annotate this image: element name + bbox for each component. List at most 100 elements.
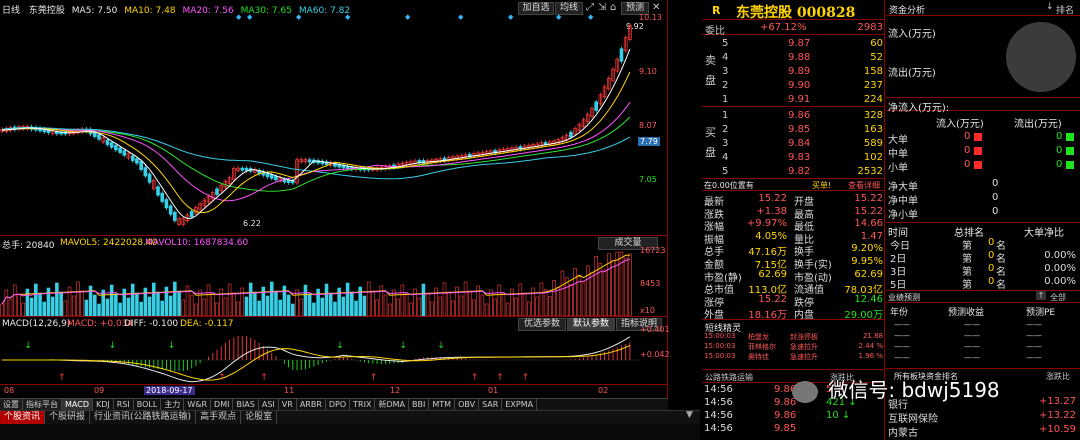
rank-number: 0 <box>988 250 995 261</box>
perf-all-link[interactable]: 全部 <box>1050 292 1066 303</box>
volume-chart[interactable] <box>0 250 640 316</box>
rank-number: 0 <box>988 276 995 287</box>
bottom-tab[interactable]: 论股室 <box>241 411 278 424</box>
book-price[interactable]: 9.83 <box>788 152 810 163</box>
volume-bar <box>531 287 535 316</box>
volume-bar <box>371 290 375 316</box>
macd-chart[interactable]: ↓ ↑ ↓ ↓ ↑ ↑ ↓ ↑ ↓ ↓ ↑ ↑ ↑ <box>0 330 640 384</box>
perf-cell: —— <box>1026 342 1042 351</box>
volume-bar <box>518 283 523 316</box>
news-stock[interactable]: 奥特佳 <box>748 352 769 362</box>
stat-value: 4.05% <box>755 230 787 242</box>
rank-link[interactable]: 排名 <box>1056 3 1074 16</box>
volume-bar <box>156 291 160 316</box>
book-price[interactable]: 9.89 <box>788 66 810 77</box>
book-level: 4 <box>722 52 729 63</box>
volume-bar <box>12 284 17 316</box>
volume-bar <box>320 297 325 316</box>
perf-cell: —— <box>964 320 980 329</box>
volume-bar <box>623 257 628 316</box>
candle-body <box>274 175 278 181</box>
sector-change: +10.59 <box>1038 424 1076 435</box>
expand-icon[interactable]: ⇲ <box>598 2 606 13</box>
news-stock[interactable]: 菲林格尔 <box>748 342 776 352</box>
macd-axis-label: +0.401 <box>640 325 670 334</box>
volume-bar <box>480 294 485 316</box>
volume-bar <box>543 289 548 316</box>
quote-title: 东莞控股 000828 <box>736 5 856 21</box>
book-price[interactable]: 9.84 <box>788 138 810 149</box>
price-chart[interactable] <box>0 16 640 234</box>
sector-name[interactable]: 内蒙古 <box>888 424 918 439</box>
candle-body <box>139 160 143 170</box>
sector-change: +13.27 <box>1038 396 1076 407</box>
volume-bar <box>118 302 122 316</box>
tick-time: 14:56 <box>704 410 733 421</box>
volume-bar <box>160 300 164 316</box>
scroll-down-icon[interactable]: ▼ <box>686 410 698 424</box>
price-axis-label: 8.07 <box>639 121 657 130</box>
date-label: 11 <box>284 386 295 395</box>
sell-book: 卖盘 5 9.87 60 4 9.88 52 3 9.89 158 2 9.90 237 1 9.91 22… <box>702 36 885 107</box>
volume-bar <box>34 283 38 316</box>
volume-bar <box>316 288 320 316</box>
volume-bar <box>560 270 565 316</box>
perf-cell: —— <box>1026 320 1042 329</box>
perf-cell: —— <box>894 342 910 351</box>
fund-in-bar <box>974 133 982 141</box>
bottom-tab[interactable]: 个股资讯 <box>0 411 46 424</box>
perf-settings-icon[interactable]: ↑ <box>1036 291 1046 300</box>
bottom-tab[interactable]: 行业资讯(公路铁路运输) <box>90 411 197 424</box>
home-icon[interactable]: ⌂ <box>610 2 616 13</box>
signal-icon: ◆ <box>588 13 594 21</box>
fund-row-label: 小单 <box>888 163 908 174</box>
news-time: 15:00:03 <box>704 352 736 360</box>
sector-name[interactable]: 互联网保险 <box>888 410 938 425</box>
book-price[interactable]: 9.87 <box>788 38 810 49</box>
book-price[interactable]: 9.86 <box>788 110 810 121</box>
book-price[interactable]: 9.88 <box>788 52 810 63</box>
volume-bar <box>84 299 89 316</box>
volume-bar <box>265 295 270 316</box>
volume-bar <box>227 283 232 316</box>
view-detail-link[interactable]: 查看详细 <box>848 180 880 191</box>
date-axis: 08 09 2018-09-17 11 12 01 02 <box>0 384 668 396</box>
net-inflow-label: 净流入(万元): <box>888 103 950 114</box>
vol-ma10: MAVOL10: 1687834.60 <box>145 238 249 248</box>
book-price[interactable]: 9.90 <box>788 80 810 91</box>
weicha-value: 2983 <box>857 22 883 33</box>
volume-bar <box>505 302 510 316</box>
book-price[interactable]: 9.85 <box>788 124 810 135</box>
volume-bar <box>501 293 506 316</box>
stat-value: 15.22 <box>758 293 787 305</box>
fund-title-bar: 资金分析 排名 ↓ <box>886 0 1080 16</box>
bottom-tab[interactable]: 个股研报 <box>45 411 91 424</box>
book-price[interactable]: 9.82 <box>788 166 810 177</box>
candle-body <box>307 159 312 163</box>
volume-bar <box>303 284 308 316</box>
signal-icon: ◆ <box>508 13 514 21</box>
chart-area[interactable]: 日线 东莞控股 MA5: 7.50 MA10: 7.48 MA20: 7.56 … <box>0 0 670 404</box>
volume-bar <box>413 288 417 316</box>
book-price[interactable]: 9.91 <box>788 94 810 105</box>
volume-bar <box>556 286 561 316</box>
volume-bar <box>46 287 51 316</box>
bottom-tab[interactable]: 高手观点 <box>196 411 242 424</box>
perf-cell: —— <box>894 320 910 329</box>
volume-bar <box>345 282 350 316</box>
arrow-icon[interactable]: ⤢ <box>586 2 594 13</box>
volume-bar <box>569 284 573 316</box>
volume-bar <box>548 296 552 316</box>
fund-pie <box>1006 22 1076 92</box>
dea-value: DEA: -0.117 <box>180 319 234 329</box>
perf-bar: 业绩预测 ↑ 全部 <box>886 290 1080 303</box>
fund-in-value: 0 <box>964 159 971 170</box>
vol-axis-label: 8453 <box>640 279 661 288</box>
sector-change: +13.22 <box>1038 410 1076 421</box>
buy-side-label: 买盘 <box>705 126 716 159</box>
book-volume: 589 <box>863 138 883 149</box>
volume-bar <box>206 284 211 316</box>
news-stock[interactable]: 柏堡龙 <box>748 332 769 342</box>
rank-suffix: 名 <box>996 280 1006 291</box>
volume-bar <box>328 292 333 316</box>
